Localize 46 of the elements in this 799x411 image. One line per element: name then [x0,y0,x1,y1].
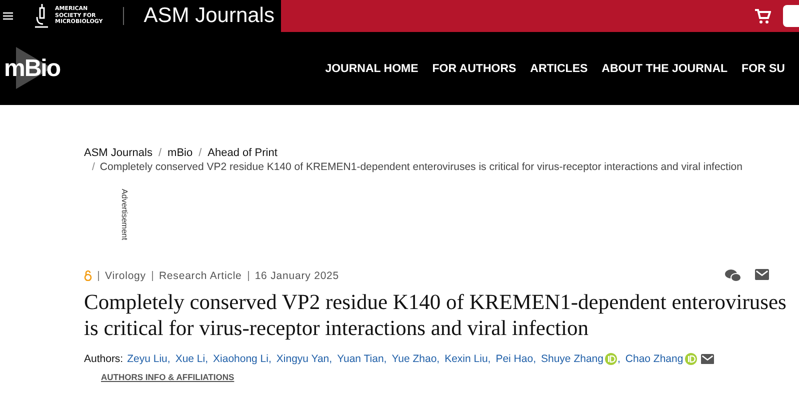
breadcrumb-current: Completely conserved VP2 residue K140 of KREMEN1-dependent enteroviruses is critical for virus-receptor interactions and viral infection [100,161,742,173]
author-separator: , [167,353,170,365]
author-separator: , [205,353,208,365]
email-icon[interactable] [755,269,769,280]
author-link[interactable]: Shuye Zhang [541,353,604,365]
author-separator: , [617,353,620,365]
breadcrumb-link[interactable]: mBio [168,147,193,159]
nav-link[interactable]: ABOUT THE JOURNAL [602,62,728,74]
author-link[interactable]: Kexin Liu [444,353,488,365]
brand-title[interactable]: ASM Journals [122,7,274,25]
author-separator: , [436,353,440,365]
author-separator: , [329,353,332,365]
advertisement-label: Advertisement [120,188,130,240]
author-link[interactable]: Xiaohong Li [213,353,268,365]
author-separator: , [268,353,272,365]
email-icon[interactable] [701,354,714,364]
author-link[interactable]: Pei Hao [496,353,534,365]
breadcrumb-link[interactable]: Ahead of Print [208,147,278,159]
breadcrumb-separator: / [198,147,202,159]
author-link[interactable]: Xue Li [175,353,206,365]
authors-info-link[interactable]: AUTHORS INFO & AFFILIATIONS [101,372,234,382]
author-link[interactable]: Chao Zhang [625,353,684,365]
meta-text: 16 January 2025 [254,270,340,282]
nav-link[interactable]: FOR SU [742,62,785,74]
author-link[interactable]: Zeyu Liu [127,353,168,365]
author-link[interactable]: Yuan Tian [337,353,384,365]
author-link[interactable]: Xingyu Yan [276,353,330,365]
author-separator: , [488,353,491,365]
wechat-icon[interactable] [725,269,741,282]
breadcrumb-link[interactable]: ASM Journals [84,147,152,159]
nav-link[interactable]: ARTICLES [530,62,588,74]
menu-icon[interactable] [3,12,13,20]
microscope-icon [33,3,49,29]
cart-icon[interactable] [755,8,771,24]
article-title: Completely conserved VP2 residue K140 of KREMEN1-dependent enteroviruses is critical for virus-receptor interactions and viral infection [84,289,788,341]
meta-text[interactable]: Research Article [158,270,242,282]
breadcrumb-separator: / [92,161,95,173]
open-access-icon [84,270,92,281]
nav-link[interactable]: JOURNAL HOME [325,62,418,74]
breadcrumb-separator: / [158,147,162,159]
meta-text[interactable]: Virology [105,270,146,282]
author-link[interactable]: Yue Zhao [392,353,437,365]
authors-label: Authors: [84,353,124,365]
author-separator: , [384,353,387,365]
nav-link[interactable]: FOR AUTHORS [432,62,516,74]
author-separator: , [533,353,536,365]
